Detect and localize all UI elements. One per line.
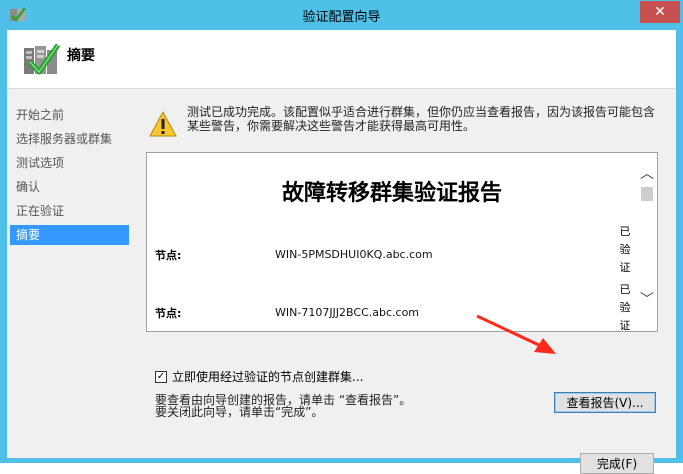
- wizard-client-area: 摘要 开始之前 选择服务器或群集 测试选项 确认 正在验证 摘要 测试已成功完成…: [7, 30, 676, 474]
- create-cluster-label[interactable]: 立即使用经过验证的节点创建群集...: [172, 368, 363, 385]
- cluster-validation-check-icon: [24, 43, 61, 75]
- scroll-down-icon[interactable]: ﹀: [637, 291, 657, 309]
- instruction-finish: 要关闭此向导，请单击“完成”。: [155, 405, 324, 419]
- report-row-status-1: 已 验 证: [619, 225, 631, 274]
- sidebar-item-validating[interactable]: 正在验证: [10, 201, 129, 221]
- instructions: 要查看由向导创建的报告，请单击 “查看报告”。 要关闭此向导，请单击“完成”。: [155, 394, 411, 418]
- report-row-node-2: WIN-7107JJJ2BCC.abc.com: [275, 306, 420, 319]
- page-title: 摘要: [67, 48, 95, 64]
- wizard-window: 验证配置向导 ✕ 摘要 开始之前 选择服务器或群集 测试选项 确认 正在验证 摘…: [0, 0, 683, 474]
- finish-button[interactable]: 完成(F): [580, 453, 654, 474]
- wizard-sidebar: 开始之前 选择服务器或群集 测试选项 确认 正在验证 摘要: [7, 89, 131, 458]
- sidebar-item-confirmation[interactable]: 确认: [10, 177, 129, 197]
- report-row-status-2: 已 验 证: [619, 283, 631, 332]
- title-bar[interactable]: 验证配置向导 ✕: [0, 0, 683, 30]
- sidebar-item-summary[interactable]: 摘要: [10, 225, 129, 245]
- create-cluster-option[interactable]: ✓ 立即使用经过验证的节点创建群集...: [155, 368, 363, 385]
- sidebar-item-test-options[interactable]: 测试选项: [10, 153, 129, 173]
- view-report-button[interactable]: 查看报告(V)...: [554, 392, 656, 413]
- report-row-node-1: WIN-5PMSDHUI0KQ.abc.com: [275, 248, 433, 261]
- sidebar-item-before-you-begin[interactable]: 开始之前: [10, 105, 129, 125]
- report-row-label: 节点:: [155, 307, 182, 320]
- report-title: 故障转移群集验证报告: [281, 181, 502, 206]
- window-title: 验证配置向导: [302, 10, 381, 25]
- warning-line-2: 某些警告，你需要解决这些警告才能获得最高可用性。: [187, 119, 476, 133]
- warning-message: 测试已成功完成。该配置似乎适合进行群集，但你仍应当查看报告，因为该报告可能包含 …: [187, 105, 667, 133]
- scroll-up-icon[interactable]: ︿: [637, 165, 657, 183]
- scroll-thumb[interactable]: [641, 187, 653, 201]
- report-scrollbar[interactable]: ︿ ﹀: [637, 153, 657, 331]
- close-icon: ✕: [654, 4, 666, 20]
- warning-icon: [149, 111, 177, 137]
- close-button[interactable]: ✕: [640, 1, 680, 23]
- summary-content: 测试已成功完成。该配置似乎适合进行群集，但你仍应当查看报告，因为该报告可能包含 …: [131, 89, 676, 474]
- warning-line-1: 测试已成功完成。该配置似乎适合进行群集，但你仍应当查看报告，因为该报告可能包含: [187, 105, 656, 119]
- report-row-label: 节点:: [155, 249, 182, 262]
- wizard-header: 摘要: [7, 30, 676, 89]
- report-viewer[interactable]: 故障转移群集验证报告 节点: WIN-5PMSDHUI0KQ.abc.com 已…: [146, 152, 658, 332]
- create-cluster-checkbox[interactable]: ✓: [155, 370, 167, 383]
- sidebar-item-select-servers[interactable]: 选择服务器或群集: [10, 129, 129, 149]
